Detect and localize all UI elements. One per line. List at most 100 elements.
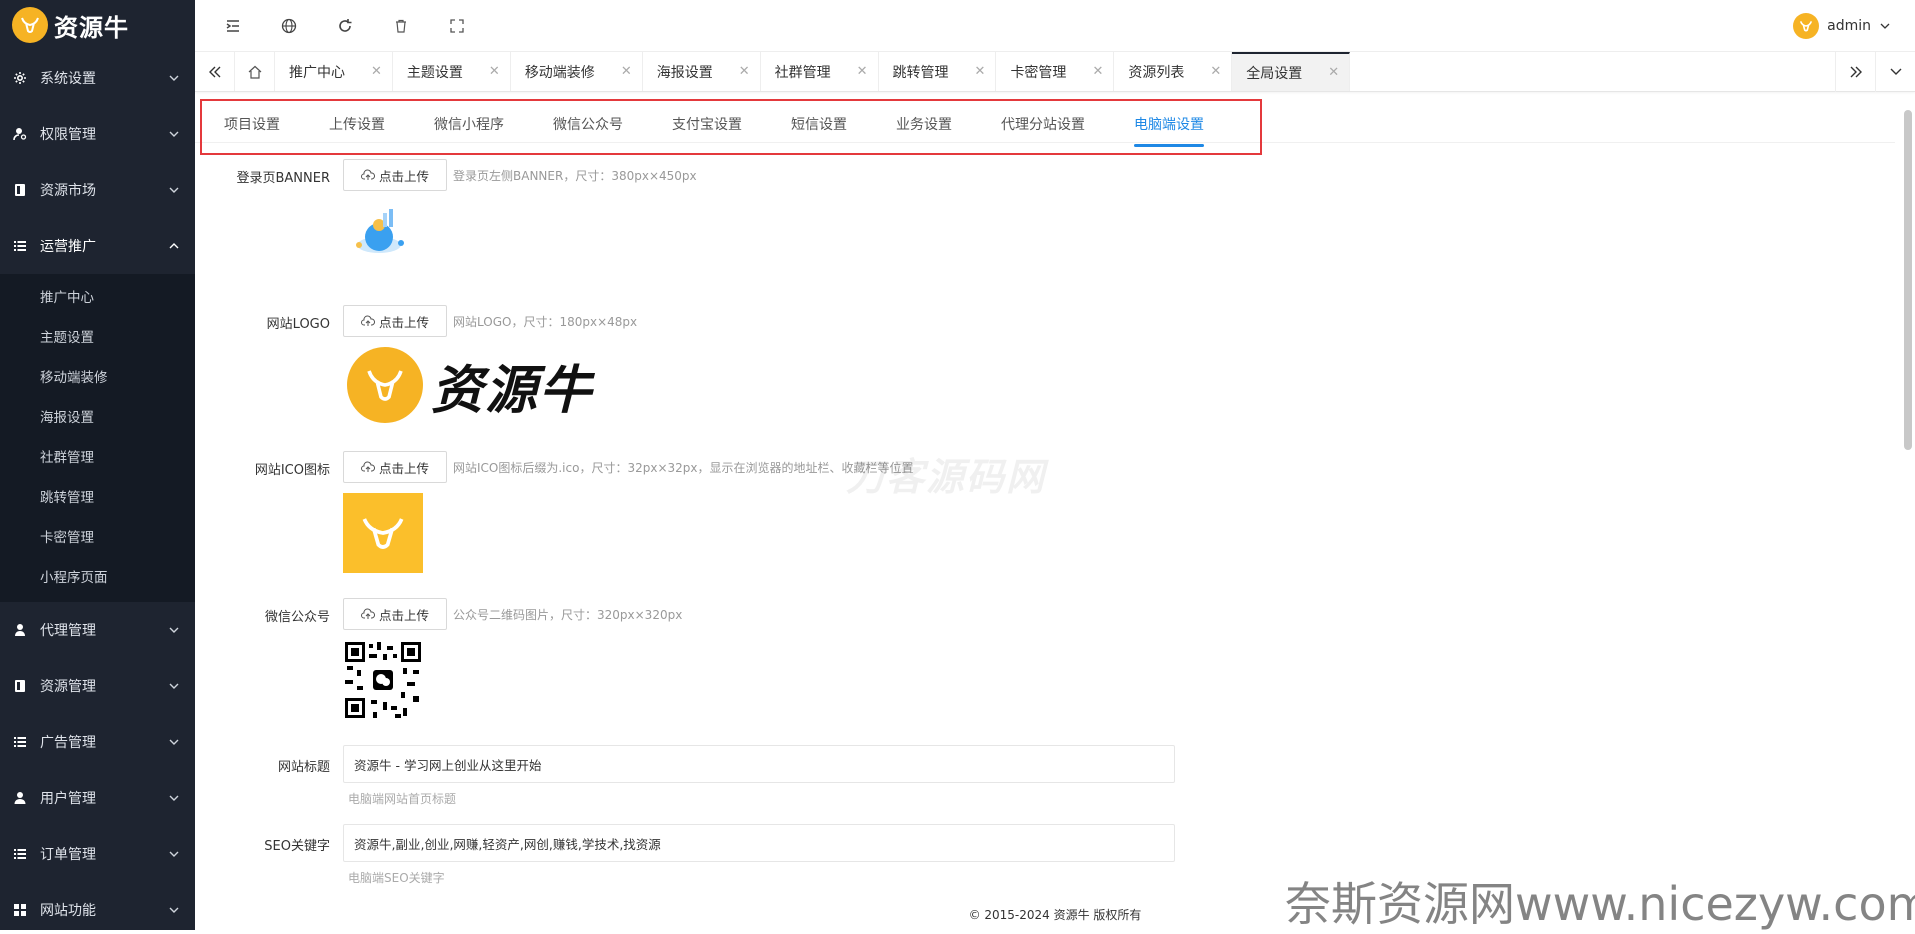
cloud-upload-icon: [361, 169, 375, 180]
page-tab-label: 推广中心: [289, 64, 345, 81]
submenu-item[interactable]: 社群管理: [0, 438, 195, 478]
close-icon[interactable]: ✕: [975, 64, 986, 79]
sidebar-item-5[interactable]: 资源管理: [0, 658, 195, 714]
avatar: [1793, 13, 1820, 39]
double-chevron-right-icon: [1850, 66, 1862, 78]
sidebar-item-1[interactable]: 权限管理: [0, 106, 195, 162]
language-button[interactable]: [261, 0, 317, 52]
sidebar-item-label: 系统设置: [40, 71, 96, 87]
collapse-menu-button[interactable]: [205, 0, 261, 52]
sidebar-item-9[interactable]: 网站功能: [0, 882, 195, 930]
close-icon[interactable]: ✕: [857, 64, 868, 79]
page-tab[interactable]: 推广中心 ✕: [275, 52, 393, 91]
settings-tab[interactable]: 支付宝设置: [672, 99, 742, 155]
sidebar-item-7[interactable]: 用户管理: [0, 770, 195, 826]
submenu-item[interactable]: 推广中心: [0, 278, 195, 318]
page-tab[interactable]: 卡密管理 ✕: [996, 52, 1115, 91]
submenu-item[interactable]: 主题设置: [0, 318, 195, 358]
settings-tab[interactable]: 上传设置: [329, 99, 385, 155]
submenu-item[interactable]: 移动端装修: [0, 358, 195, 398]
settings-tab[interactable]: 微信小程序: [434, 99, 504, 155]
page-tabs: 推广中心 ✕ 主题设置 ✕ 移动端装修 ✕ 海报设置 ✕ 社群管理 ✕ 跳转管理 ✕ 卡密管理 ✕ 资源列表…: [275, 52, 1351, 91]
agent-icon: [12, 622, 28, 638]
settings-tabs: 项目设置 上传设置 微信小程序 微信公众号 支付宝设置 短信设置 业务设置 代理分站设置 电脑端…: [200, 99, 1262, 155]
submenu-item[interactable]: 跳转管理: [0, 478, 195, 518]
cloud-upload-icon: [361, 608, 375, 619]
gear-icon: [12, 70, 28, 86]
double-chevron-left-icon: [208, 66, 220, 77]
page-tab[interactable]: 主题设置 ✕: [393, 52, 511, 91]
watermark: 刀客源码网: [846, 455, 1047, 499]
settings-tab[interactable]: 短信设置: [791, 99, 847, 155]
field-hint: 登录页左侧BANNER，尺寸：380px×450px: [453, 169, 697, 183]
field-hint: 网站LOGO，尺寸：180px×48px: [453, 315, 638, 329]
page-tab-label: 移动端装修: [524, 64, 595, 81]
field-label: 网站LOGO: [266, 317, 330, 332]
field-hint: 公众号二维码图片，尺寸：320px×320px: [453, 608, 683, 622]
clear-cache-button[interactable]: [373, 0, 429, 52]
submenu-item[interactable]: 卡密管理: [0, 518, 195, 558]
page-tab-label: 全局设置: [1246, 65, 1303, 82]
bull-logo-icon: [362, 518, 404, 549]
page-tab[interactable]: 资源列表 ✕: [1114, 52, 1233, 91]
upload-label: 点击上传: [378, 607, 429, 623]
close-icon[interactable]: ✕: [621, 64, 632, 79]
username: admin: [1827, 18, 1871, 34]
close-icon[interactable]: ✕: [1092, 64, 1103, 79]
sidebar-item-4[interactable]: 代理管理: [0, 602, 195, 658]
field-hint: 电脑端SEO关键字: [348, 871, 445, 885]
settings-tab[interactable]: 电脑端设置: [1134, 99, 1204, 155]
submenu-item[interactable]: 海报设置: [0, 398, 195, 438]
page-tab[interactable]: 社群管理 ✕: [761, 52, 879, 91]
settings-tab[interactable]: 代理分站设置: [1001, 99, 1085, 155]
chevron-down-icon: [167, 623, 181, 637]
page-tab[interactable]: 跳转管理 ✕: [879, 52, 997, 91]
qr-code-image: [343, 640, 423, 720]
page-tab[interactable]: 移动端装修 ✕: [511, 52, 643, 91]
main-content: 项目设置 上传设置 微信小程序 微信公众号 支付宝设置 短信设置 业务设置 代理分站设置 电脑端…: [195, 93, 1895, 930]
tabs-scroll-left-button[interactable]: [195, 52, 235, 91]
refresh-button[interactable]: [317, 0, 373, 52]
brand-name: 资源牛: [54, 13, 129, 42]
sidebar-item-3[interactable]: 运营推广: [0, 218, 195, 274]
chevron-down-icon: [167, 903, 181, 917]
user-menu[interactable]: admin: [1793, 0, 1891, 52]
close-icon[interactable]: ✕: [1210, 64, 1221, 79]
sidebar-menu: 系统设置权限管理资源市场 运营推广 推广中心 主题设置 移动端装修 海报设置 社群管理 跳转管…: [0, 50, 195, 930]
sidebar-item-6[interactable]: 广告管理: [0, 714, 195, 770]
fullscreen-button[interactable]: [429, 0, 485, 52]
page-tab[interactable]: 全局设置 ✕: [1232, 52, 1351, 91]
bull-logo-icon: [12, 7, 48, 43]
close-icon[interactable]: ✕: [371, 64, 382, 79]
upload-banner-button[interactable]: 点击上传: [343, 159, 447, 191]
upload-wechat-qr-button[interactable]: 点击上传: [343, 598, 447, 630]
sidebar-item-2[interactable]: 资源市场: [0, 162, 195, 218]
upload-ico-button[interactable]: 点击上传: [343, 451, 447, 483]
page-tab-label: 卡密管理: [1010, 64, 1067, 81]
close-icon[interactable]: ✕: [1328, 65, 1339, 80]
settings-tab[interactable]: 微信公众号: [553, 99, 623, 155]
page-tab-label: 跳转管理: [892, 64, 949, 81]
scrollbar[interactable]: [1904, 110, 1912, 450]
brand-logo[interactable]: 资源牛: [0, 0, 195, 50]
settings-tab[interactable]: 业务设置: [896, 99, 952, 155]
settings-tab[interactable]: 项目设置: [224, 99, 280, 155]
seo-keywords-input[interactable]: 资源牛,副业,创业,网赚,轻资产,网创,赚钱,学技术,找资源: [343, 824, 1175, 862]
close-icon[interactable]: ✕: [739, 64, 750, 79]
sidebar-item-label: 用户管理: [40, 791, 96, 807]
list-icon: [12, 734, 28, 750]
page-tab[interactable]: 海报设置 ✕: [643, 52, 761, 91]
submenu-item[interactable]: 小程序页面: [0, 558, 195, 598]
tabs-menu-button[interactable]: [1875, 52, 1915, 92]
grid-icon: [12, 902, 28, 918]
close-icon[interactable]: ✕: [489, 64, 500, 79]
home-tab[interactable]: [235, 52, 275, 91]
site-title-input[interactable]: 资源牛 - 学习网上创业从这里开始: [343, 745, 1175, 783]
upload-logo-button[interactable]: 点击上传: [343, 305, 447, 337]
sidebar-item-8[interactable]: 订单管理: [0, 826, 195, 882]
sidebar-item-label: 权限管理: [40, 127, 96, 143]
page-tab-label: 社群管理: [774, 64, 831, 81]
sidebar-item-0[interactable]: 系统设置: [0, 50, 195, 106]
tabs-scroll-right-button[interactable]: [1835, 52, 1875, 92]
chevron-down-icon: [167, 847, 181, 861]
